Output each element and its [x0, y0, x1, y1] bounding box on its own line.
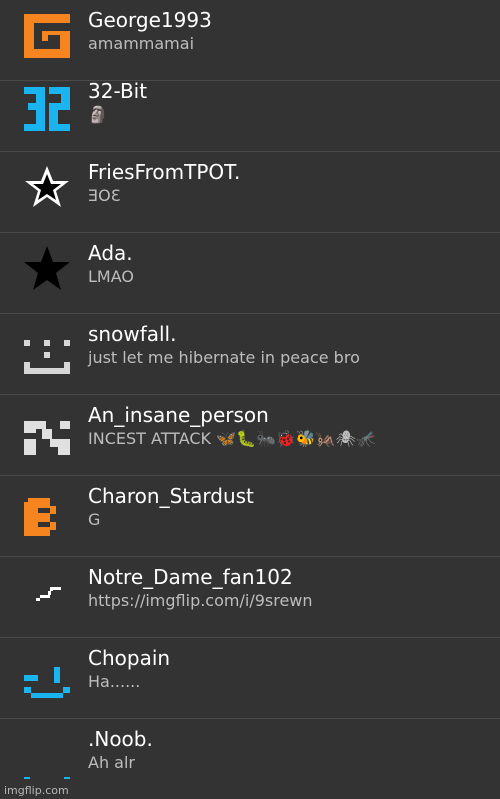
user-row-charon-stardust[interactable]: Charon_Stardust G [0, 476, 500, 557]
user-name: FriesFromTPOT. [88, 160, 241, 184]
user-status: 🗿 [88, 105, 108, 124]
user-name: Ada. [88, 241, 133, 265]
user-name: snowfall. [88, 322, 177, 346]
user-status: ƎՕƐ [88, 186, 121, 205]
user-name: 32-Bit [88, 79, 148, 103]
user-list: George1993 amammamai 32-Bit 🗿 FriesFromT… [0, 0, 500, 799]
outlined-star-icon [22, 162, 72, 212]
user-status: G [88, 510, 101, 529]
checker-pixel-icon [22, 405, 72, 455]
user-row-notre-dame-fan102[interactable]: Notre_Dame_fan102 https://imgflip.com/i/… [0, 557, 500, 638]
white-pixel-face-icon [22, 324, 72, 374]
user-status: INCEST ATTACK 🦋🐛🐜🐞🐝🦗🕷🦟 [88, 429, 376, 448]
user-name: George1993 [88, 8, 212, 32]
user-status: Ah alr [88, 753, 135, 772]
user-row-friesfromtpot[interactable]: FriesFromTPOT. ƎՕƐ [0, 152, 500, 233]
orange-g-logo-icon [22, 10, 72, 60]
blue-32-logo-icon [22, 81, 72, 131]
user-status: just let me hibernate in peace bro [88, 348, 360, 367]
user-row-noob[interactable]: .Noob. Ah alr [0, 719, 500, 799]
user-status: LMAO [88, 267, 134, 286]
orange-pixel-e-icon [22, 486, 72, 536]
user-row-chopain[interactable]: Chopain Ha...... [0, 638, 500, 719]
blue-pixel-dots-icon [22, 729, 72, 779]
user-status: amammamai [88, 34, 195, 53]
user-row-snowfall[interactable]: snowfall. just let me hibernate in peace… [0, 314, 500, 395]
user-name: Charon_Stardust [88, 484, 254, 508]
user-name: An_insane_person [88, 403, 269, 427]
user-name: .Noob. [88, 727, 153, 751]
imgflip-watermark: imgflip.com [4, 784, 69, 797]
lightning-icon [22, 567, 72, 617]
user-row-an-insane-person[interactable]: An_insane_person INCEST ATTACK 🦋🐛🐜🐞🐝🦗🕷🦟 [0, 395, 500, 476]
user-name: Notre_Dame_fan102 [88, 565, 293, 589]
user-row-george1993[interactable]: George1993 amammamai [0, 0, 500, 81]
user-row-ada[interactable]: Ada. LMAO [0, 233, 500, 314]
user-status: Ha...... [88, 672, 141, 691]
black-star-icon [22, 243, 72, 293]
user-row-32-bit[interactable]: 32-Bit 🗿 [0, 71, 500, 152]
blue-pixel-smile-icon [22, 648, 72, 698]
user-name: Chopain [88, 646, 171, 670]
user-status: https://imgflip.com/i/9srewn [88, 591, 313, 610]
